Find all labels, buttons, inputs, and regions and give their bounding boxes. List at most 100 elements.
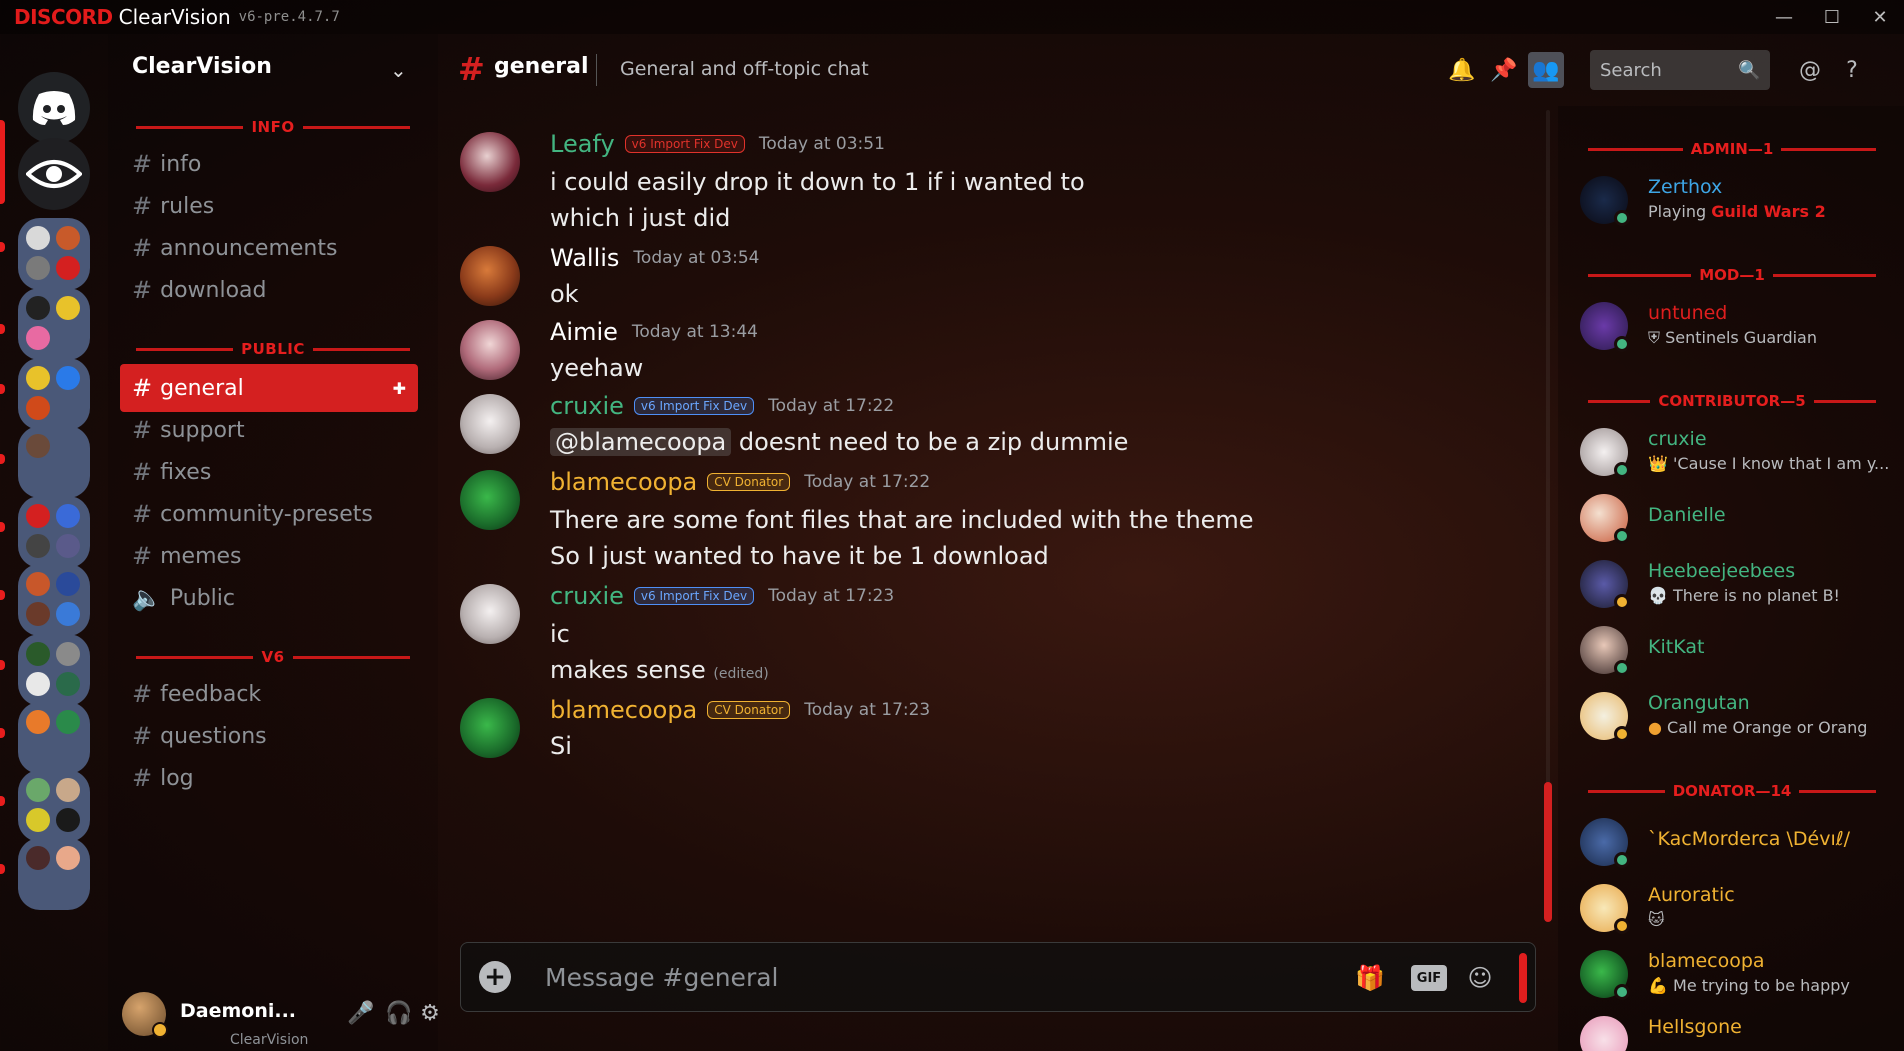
channel-fixes[interactable]: # fixes bbox=[120, 448, 418, 496]
message-author[interactable]: cruxie bbox=[550, 392, 624, 420]
member-name: Auroratic bbox=[1648, 884, 1735, 906]
scrollbar-thumb[interactable] bbox=[1544, 782, 1552, 922]
avatar[interactable] bbox=[460, 132, 520, 192]
hash-icon: # bbox=[132, 680, 153, 708]
server-folder-icon[interactable] bbox=[18, 564, 90, 636]
member-item[interactable]: untuned ⛨ Sentinels Guardian bbox=[1580, 298, 1890, 356]
category-info[interactable]: INFO bbox=[128, 118, 418, 136]
avatar[interactable] bbox=[460, 470, 520, 530]
message-author[interactable]: Leafy bbox=[550, 130, 615, 158]
header-divider bbox=[596, 54, 597, 86]
gear-icon[interactable]: ⚙ bbox=[420, 998, 440, 1028]
close-icon[interactable]: ✕ bbox=[1856, 0, 1904, 34]
avatar[interactable] bbox=[460, 584, 520, 644]
message-author[interactable]: Wallis bbox=[550, 244, 619, 272]
message-text: yeehaw bbox=[550, 354, 644, 382]
discord-wordmark: DISCORD bbox=[14, 5, 113, 29]
role-badge: CV Donator bbox=[707, 701, 791, 719]
server-name[interactable]: ClearVision bbox=[132, 54, 272, 79]
server-folder-icon[interactable] bbox=[18, 426, 90, 498]
channel-rules[interactable]: # rules bbox=[120, 182, 418, 230]
server-folder-icon[interactable] bbox=[18, 770, 90, 842]
member-item[interactable]: blamecoopa 💪 Me trying to be happy bbox=[1580, 946, 1890, 1004]
channel-community-presets[interactable]: # community-presets bbox=[120, 490, 418, 538]
bell-icon[interactable]: 🔔 bbox=[1444, 52, 1480, 88]
category-public[interactable]: PUBLIC bbox=[128, 340, 418, 358]
channel-general[interactable]: # general ✚ bbox=[120, 364, 418, 412]
member-activity: 👑 'Cause I know that I am y... bbox=[1648, 454, 1890, 473]
message-author[interactable]: Aimie bbox=[550, 318, 618, 346]
member-list-icon[interactable]: 👥 bbox=[1528, 52, 1564, 88]
avatar[interactable] bbox=[460, 698, 520, 758]
channel-title: general bbox=[494, 54, 589, 79]
member-item[interactable]: Danielle bbox=[1580, 490, 1890, 548]
voice-channel-public[interactable]: 🔈 Public bbox=[120, 574, 418, 622]
server-folder-icon[interactable] bbox=[18, 496, 90, 568]
member-item[interactable]: cruxie 👑 'Cause I know that I am y... bbox=[1580, 424, 1890, 482]
avatar[interactable] bbox=[460, 394, 520, 454]
channel-feedback[interactable]: # feedback bbox=[120, 670, 418, 718]
role-badge: CV Donator bbox=[707, 473, 791, 491]
server-folder-icon[interactable] bbox=[18, 838, 90, 910]
help-icon[interactable]: ? bbox=[1834, 52, 1870, 88]
message-author[interactable]: cruxie bbox=[550, 582, 624, 610]
server-folder-icon[interactable] bbox=[18, 358, 90, 430]
app-version: v6-pre.4.7.7 bbox=[238, 9, 340, 25]
headphones-icon[interactable]: 🎧 bbox=[384, 998, 414, 1028]
idle-status-icon bbox=[152, 1022, 168, 1038]
member-item[interactable]: Zerthox Playing Guild Wars 2 bbox=[1580, 172, 1890, 230]
user-mention[interactable]: @blamecoopa bbox=[550, 428, 732, 456]
server-folder-icon[interactable] bbox=[18, 634, 90, 706]
member-item[interactable]: KitKat bbox=[1580, 622, 1890, 680]
pin-icon[interactable]: 📌 bbox=[1486, 52, 1522, 88]
invite-icon[interactable]: ✚ bbox=[393, 379, 406, 398]
role-badge: v6 Import Fix Dev bbox=[624, 135, 745, 153]
message-timestamp: Today at 17:23 bbox=[804, 700, 931, 720]
microphone-icon[interactable]: 🎤 bbox=[346, 998, 376, 1028]
member-item[interactable]: `KacMorderca \Dévıℓ/ bbox=[1580, 814, 1890, 872]
channel-log[interactable]: # log bbox=[120, 754, 418, 802]
server-list bbox=[0, 34, 108, 1051]
server-folder-icon[interactable] bbox=[18, 218, 90, 290]
server-folder-icon[interactable] bbox=[18, 288, 90, 360]
upload-plus-icon[interactable]: + bbox=[479, 961, 511, 993]
channel-support[interactable]: # support bbox=[120, 406, 418, 454]
message-text: There are some font files that are inclu… bbox=[550, 506, 1254, 534]
avatar[interactable] bbox=[460, 320, 520, 380]
hash-icon: # bbox=[132, 276, 153, 304]
member-item[interactable]: Orangutan ● Call me Orange or Orang bbox=[1580, 688, 1890, 746]
member-item[interactable]: Auroratic 🐱 bbox=[1580, 880, 1890, 938]
channel-topic: General and off-topic chat bbox=[620, 58, 869, 80]
member-item[interactable]: Hellsgone bbox=[1580, 1012, 1890, 1051]
clearvision-server-icon[interactable] bbox=[18, 138, 90, 210]
channel-memes[interactable]: # memes bbox=[120, 532, 418, 580]
chevron-down-icon[interactable]: ⌄ bbox=[390, 58, 407, 82]
mentions-icon[interactable]: @ bbox=[1792, 52, 1828, 88]
message-input[interactable] bbox=[545, 957, 1245, 997]
gift-icon[interactable]: 🎁 bbox=[1353, 961, 1387, 995]
online-status-icon bbox=[1614, 210, 1630, 226]
minimize-icon[interactable]: — bbox=[1760, 0, 1808, 34]
channel-download[interactable]: # download bbox=[120, 266, 418, 314]
server-folder-icon[interactable] bbox=[18, 702, 90, 774]
username[interactable]: Daemoni... bbox=[180, 1000, 296, 1022]
avatar[interactable] bbox=[460, 246, 520, 306]
crown-emoji-icon: 👑 bbox=[1648, 454, 1674, 473]
message-author[interactable]: blamecoopa bbox=[550, 468, 697, 496]
hash-icon: # bbox=[132, 500, 153, 528]
member-item[interactable]: Heebeejeebees 💀 There is no planet B! bbox=[1580, 556, 1890, 614]
category-v6[interactable]: V6 bbox=[128, 648, 418, 666]
message-author[interactable]: blamecoopa bbox=[550, 696, 697, 724]
discord-home-icon[interactable] bbox=[18, 72, 90, 144]
channel-info[interactable]: # info bbox=[120, 140, 418, 188]
role-badge: v6 Import Fix Dev bbox=[633, 397, 755, 415]
hash-icon: # bbox=[132, 150, 153, 178]
gif-button[interactable]: GIF bbox=[1411, 965, 1447, 991]
member-name: Danielle bbox=[1648, 504, 1726, 526]
channel-announcements[interactable]: # announcements bbox=[120, 224, 418, 272]
shield-icon: ⛨ bbox=[1648, 328, 1666, 347]
emoji-icon[interactable]: ☺ bbox=[1463, 961, 1497, 995]
channel-questions[interactable]: # questions bbox=[120, 712, 418, 760]
maximize-icon[interactable]: ☐ bbox=[1808, 0, 1856, 34]
member-name: Heebeejeebees bbox=[1648, 560, 1796, 582]
